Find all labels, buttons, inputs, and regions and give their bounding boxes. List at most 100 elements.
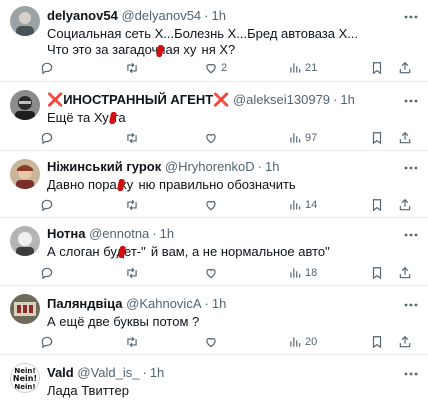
tweet-text: Давно пора ху ню правильно обозначить — [47, 177, 414, 193]
timestamp[interactable]: 1h — [150, 365, 164, 380]
bookmark-icon — [372, 62, 382, 75]
share-icon — [399, 266, 411, 279]
reply-button[interactable] — [40, 128, 57, 148]
more-icon[interactable] — [404, 94, 418, 110]
more-icon[interactable] — [404, 161, 418, 177]
display-name[interactable]: Нотна — [47, 226, 85, 241]
bookmark-button[interactable] — [370, 128, 384, 148]
tweet-header: Ніжинський гурок @HryhorenkoD · 1h — [47, 159, 404, 175]
bookmark-button[interactable] — [370, 332, 384, 352]
more-icon[interactable] — [404, 298, 418, 314]
bookmark-button[interactable] — [370, 263, 384, 283]
retweet-icon — [127, 132, 137, 144]
action-bar: 18 — [40, 263, 411, 283]
separator-dot: · — [333, 92, 338, 107]
user-handle[interactable]: @aleksei130979 — [233, 92, 330, 107]
share-icon — [399, 131, 411, 144]
views-button[interactable]: 97 — [288, 128, 317, 148]
reply-button[interactable] — [40, 58, 57, 78]
user-handle[interactable]: @delyanov54 — [121, 8, 201, 23]
retweet-button[interactable] — [124, 195, 143, 215]
views-button[interactable]: 18 — [288, 263, 317, 283]
user-handle[interactable]: @Vald_is_ — [77, 365, 139, 380]
avatar[interactable] — [10, 294, 40, 324]
tweet-text-line: Ещё та Ху га — [47, 110, 126, 125]
views-icon — [290, 337, 301, 347]
share-button[interactable] — [398, 58, 412, 78]
view-count: 21 — [305, 62, 318, 74]
tweet-text: А слоган будет-" й вам, а не нормальное … — [47, 244, 414, 260]
reply-button[interactable] — [40, 332, 57, 352]
timestamp[interactable]: 1h — [160, 226, 174, 241]
avatar[interactable] — [10, 90, 40, 120]
tweet-header: delyanov54 @delyanov54 · 1h — [47, 8, 404, 24]
like-button[interactable] — [204, 332, 221, 352]
timestamp[interactable]: 1h — [265, 159, 279, 174]
user-handle[interactable]: @KahnovicA — [126, 296, 201, 311]
retweet-button[interactable] — [124, 58, 143, 78]
tweet-text: Лада Твиттер — [47, 383, 414, 399]
tweet-header: Vald @Vald_is_ · 1h — [47, 365, 404, 381]
timestamp[interactable]: 1h — [212, 296, 226, 311]
tweet-kahnovica[interactable]: Паляндвіца @KahnovicA · 1h А ещё две буквы… — [0, 286, 428, 355]
tweet-ennotna[interactable]: Нотна @ennotna · 1h А слоган будет-" й вам… — [0, 218, 428, 286]
tweet-text-line: А ещё две буквы потом ? — [47, 314, 200, 329]
share-button[interactable] — [398, 128, 412, 148]
like-button[interactable] — [204, 195, 221, 215]
avatar[interactable] — [10, 159, 40, 189]
display-name[interactable]: ИНОСТРАННЫЙ АГЕНТ — [63, 92, 213, 107]
like-icon — [206, 63, 216, 74]
like-button[interactable] — [204, 263, 221, 283]
tweet-aleksei130979[interactable]: ❌ИНОСТРАННЫЙ АГЕНТ❌ @aleksei130979 · 1h Ещ… — [0, 82, 428, 151]
view-count: 20 — [305, 336, 318, 348]
retweet-button[interactable] — [124, 128, 143, 148]
tweet-vald-is[interactable]: Nein! Nein! Nein! Vald @Vald_is_ · 1h Лада… — [0, 355, 428, 410]
retweet-button[interactable] — [124, 332, 143, 352]
reply-button[interactable] — [40, 195, 57, 215]
more-icon[interactable] — [404, 10, 418, 26]
timestamp[interactable]: 1h — [212, 8, 226, 23]
views-icon — [290, 133, 301, 143]
avatar-text: Nein! — [14, 383, 36, 391]
like-button[interactable] — [204, 128, 221, 148]
display-name[interactable]: Ніжинський гурок — [47, 159, 161, 174]
views-button[interactable]: 20 — [288, 332, 317, 352]
tweet-header: Паляндвіца @KahnovicA · 1h — [47, 296, 404, 312]
share-button[interactable] — [398, 332, 412, 352]
tweet-hryhorenkod[interactable]: Ніжинський гурок @HryhorenkoD · 1h Давно п… — [0, 151, 428, 218]
tweet-text: А ещё две буквы потом ? — [47, 314, 414, 330]
user-handle[interactable]: @HryhorenkoD — [165, 159, 255, 174]
retweet-icon — [127, 336, 137, 348]
views-button[interactable]: 21 — [288, 58, 317, 78]
tweet-delyanov54[interactable]: delyanov54 @delyanov54 · 1h Социальная сет… — [0, 0, 428, 82]
bookmark-icon — [372, 336, 382, 349]
timestamp[interactable]: 1h — [340, 92, 354, 107]
views-icon — [290, 200, 301, 210]
user-handle[interactable]: @ennotna — [89, 226, 149, 241]
avatar[interactable] — [10, 226, 40, 256]
views-button[interactable]: 14 — [288, 195, 317, 215]
reply-icon — [41, 336, 53, 349]
display-name[interactable]: Паляндвіца — [47, 296, 123, 311]
separator-dot: · — [152, 226, 157, 241]
bookmark-button[interactable] — [370, 58, 384, 78]
display-name[interactable]: delyanov54 — [47, 8, 118, 23]
share-icon — [399, 61, 411, 74]
share-button[interactable] — [398, 195, 412, 215]
action-bar: 97 — [40, 128, 411, 148]
retweet-button[interactable] — [124, 263, 143, 283]
tweet-header: Нотна @ennotna · 1h — [47, 226, 404, 242]
tweet-text-line: Лада Твиттер — [47, 383, 129, 398]
like-button[interactable]: 2 — [204, 58, 227, 78]
avatar[interactable] — [10, 6, 40, 36]
display-name[interactable]: Vald — [47, 365, 74, 380]
reply-button[interactable] — [40, 263, 57, 283]
bookmark-button[interactable] — [370, 195, 384, 215]
more-icon[interactable] — [404, 367, 418, 383]
tweet-text-line: Давно пора ху ню правильно обозначить — [47, 177, 296, 192]
more-icon[interactable] — [404, 228, 418, 244]
avatar[interactable]: Nein! Nein! Nein! — [10, 363, 40, 393]
share-button[interactable] — [398, 263, 412, 283]
action-bar: 2 21 — [40, 58, 411, 78]
view-count: 97 — [305, 132, 318, 144]
